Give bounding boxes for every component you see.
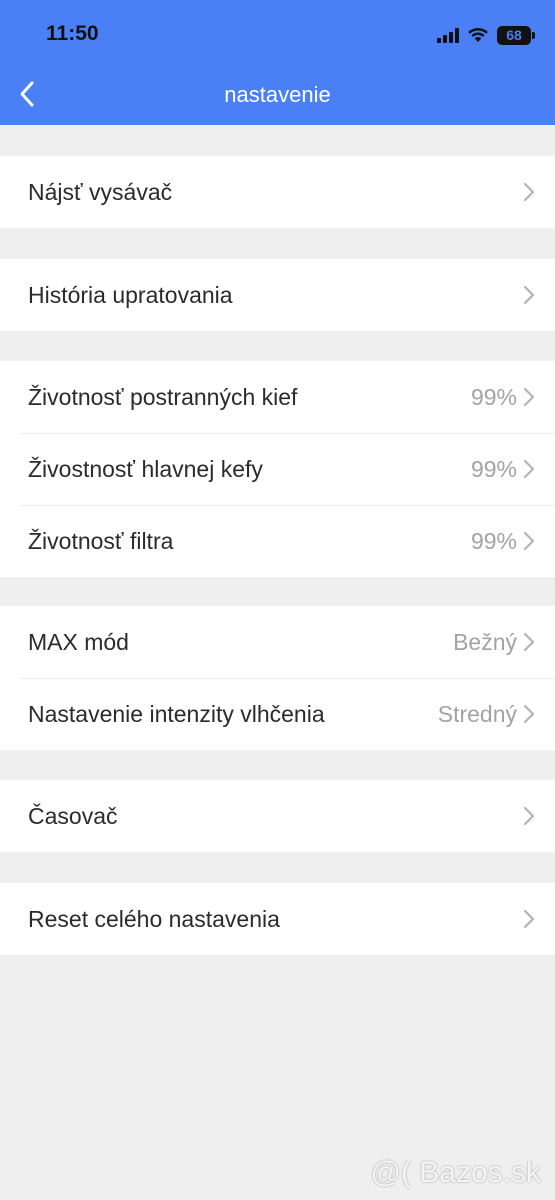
row-filter-life[interactable]: Životnosť filtra 99% (0, 505, 555, 577)
status-icons: 68 (437, 24, 535, 46)
status-time: 11:50 (46, 22, 99, 45)
settings-group-reset: Reset celého nastavenia (0, 883, 555, 955)
row-label: Nastavenie intenzity vlhčenia (28, 700, 325, 727)
row-label: MAX mód (28, 628, 129, 655)
chevron-right-icon (523, 459, 535, 479)
chevron-right-icon (523, 387, 535, 407)
chevron-right-icon (523, 909, 535, 929)
settings-group-lifespan: Životnosť postranných kief 99% Živostnos… (0, 361, 555, 577)
row-side-brush-life[interactable]: Životnosť postranných kief 99% (0, 361, 555, 433)
row-reset-settings[interactable]: Reset celého nastavenia (0, 883, 555, 955)
row-moisture-intensity[interactable]: Nastavenie intenzity vlhčenia Stredný (0, 678, 555, 750)
row-label: Časovač (28, 802, 118, 829)
row-value: Bežný (453, 628, 517, 655)
page-title: nastavenie (224, 82, 331, 107)
row-cleaning-history[interactable]: História upratovania (0, 259, 555, 331)
row-label: Reset celého nastavenia (28, 905, 280, 932)
settings-group-timer: Časovač (0, 780, 555, 852)
battery-icon: 68 (497, 25, 535, 45)
watermark: @( Bazos.sk (370, 1156, 542, 1189)
row-value: 99% (470, 383, 517, 410)
settings-group-history: História upratovania (0, 259, 555, 331)
row-label: Nájsť vysávač (28, 178, 173, 205)
row-find-vacuum[interactable]: Nájsť vysávač (0, 156, 555, 228)
row-label: Životnosť postranných kief (28, 383, 298, 410)
chevron-right-icon (523, 632, 535, 652)
header-bar: 11:50 68 nastavenie (0, 0, 555, 125)
settings-group-find: Nájsť vysávač (0, 156, 555, 228)
row-value: 99% (470, 527, 517, 554)
row-label: História upratovania (28, 281, 233, 308)
wifi-icon (468, 27, 488, 42)
row-label: Živostnosť hlavnej kefy (28, 455, 263, 482)
chevron-right-icon (523, 806, 535, 826)
row-main-brush-life[interactable]: Živostnosť hlavnej kefy 99% (0, 433, 555, 505)
chevron-right-icon (523, 285, 535, 305)
cellular-signal-icon (437, 27, 459, 43)
chevron-right-icon (523, 704, 535, 724)
settings-group-modes: MAX mód Bežný Nastavenie intenzity vlhče… (0, 606, 555, 750)
row-value: Stredný (437, 700, 517, 727)
chevron-right-icon (523, 531, 535, 551)
row-label: Životnosť filtra (28, 527, 174, 554)
chevron-right-icon (523, 182, 535, 202)
row-timer[interactable]: Časovač (0, 780, 555, 852)
row-value: 99% (470, 455, 517, 482)
row-max-mode[interactable]: MAX mód Bežný (0, 606, 555, 678)
